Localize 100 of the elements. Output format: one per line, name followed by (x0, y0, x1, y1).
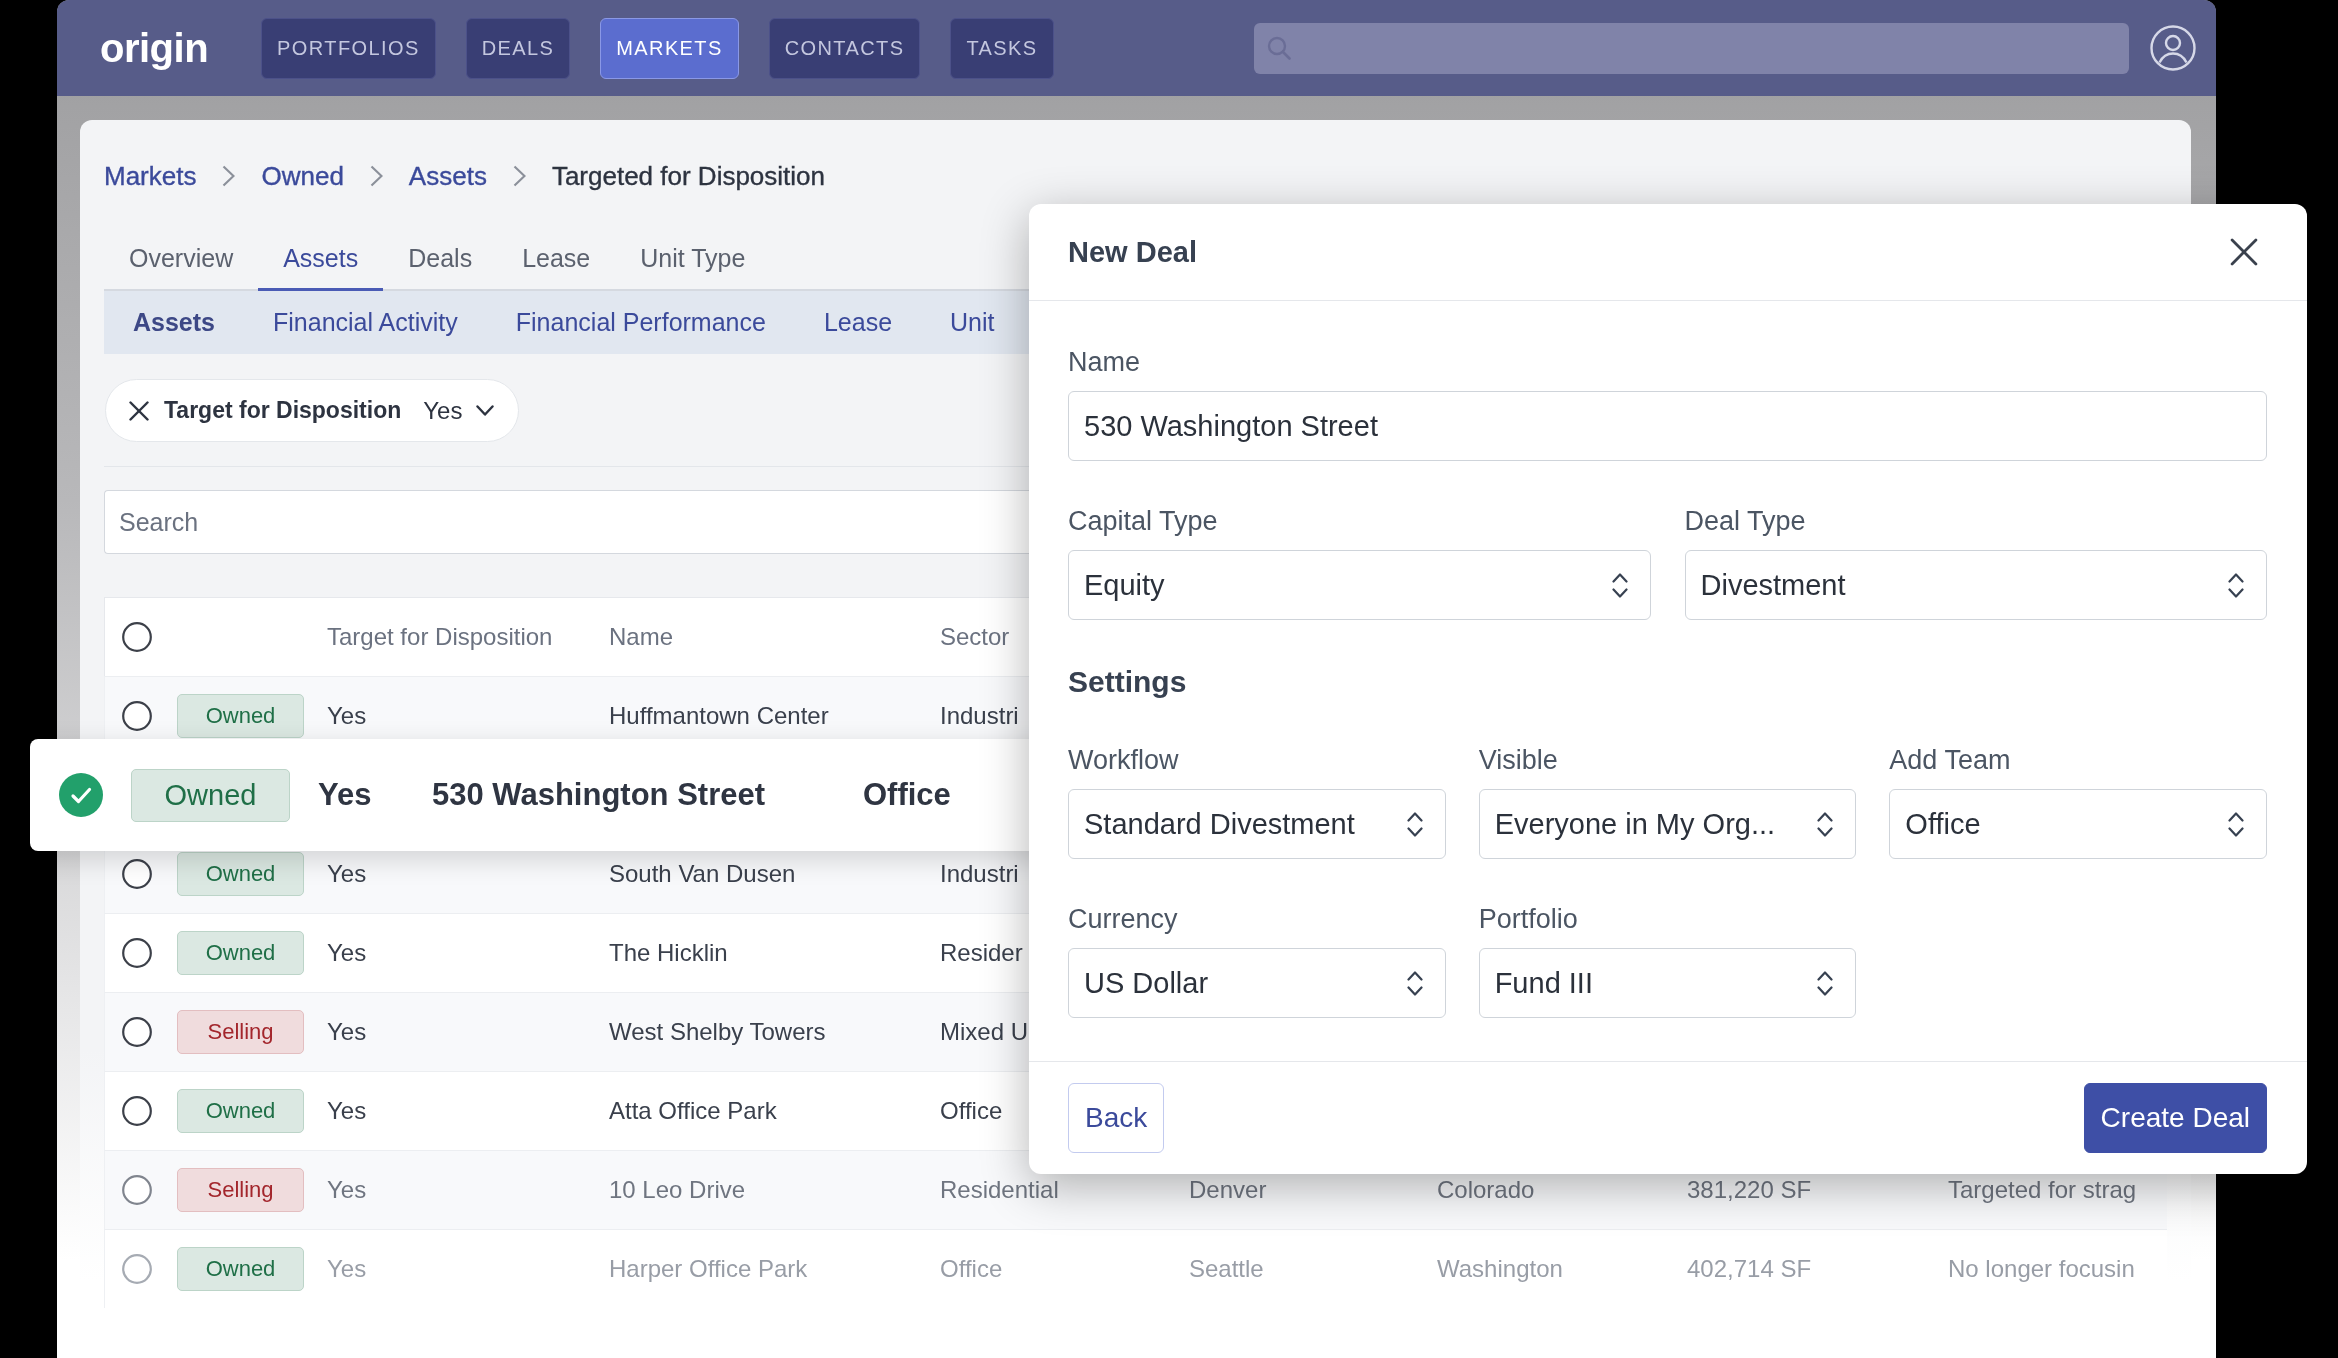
breadcrumb-link[interactable]: Assets (408, 160, 487, 192)
table-cell: Seattle (1189, 1255, 1264, 1283)
primary-button[interactable]: Create Deal (2083, 1083, 2267, 1153)
field-label: Deal Type (1684, 505, 1806, 537)
check-circle-icon[interactable] (59, 773, 103, 817)
sub-tab[interactable]: Financial Activity (273, 308, 458, 337)
table-cell: Atta Office Park (609, 1097, 777, 1125)
column-header: Sector (940, 623, 1010, 651)
chevron-right-icon (222, 165, 236, 187)
breadcrumb-link[interactable]: Owned (261, 160, 344, 192)
table-cell: Harper Office Park (609, 1255, 808, 1283)
table-cell: Yes (327, 939, 367, 967)
breadcrumb-link[interactable]: Markets (104, 160, 197, 192)
filter-value: Yes (423, 396, 463, 425)
chevron-up-down-icon (1611, 571, 1628, 599)
status-badge: Owned (177, 694, 304, 738)
table-cell: Yes (327, 1176, 367, 1204)
tab[interactable]: Overview (104, 228, 259, 291)
table-cell: West Shelby Towers (609, 1018, 826, 1046)
circle-checkbox-icon[interactable] (122, 1254, 152, 1284)
table-cell: South Van Dusen (609, 860, 796, 888)
table-cell: Colorado (1437, 1176, 1535, 1204)
field-label: Name (1068, 346, 1141, 378)
tab[interactable]: Unit Type (615, 228, 771, 291)
field-label: Add Team (1889, 744, 2011, 776)
table-cell: Yes (327, 1097, 367, 1125)
circle-checkbox-icon[interactable] (122, 1175, 152, 1205)
section-heading: Settings (1068, 664, 1187, 700)
table-cell: Yes (327, 1018, 367, 1046)
table-cell: Targeted for strag (1948, 1176, 2137, 1204)
filter-chip[interactable]: Target for Disposition Yes (105, 379, 520, 442)
select-field[interactable]: US Dollar (1068, 948, 1446, 1018)
table-cell: Industri (940, 702, 1019, 730)
nav-button[interactable]: DEALS (465, 17, 571, 79)
search-field[interactable]: Search (104, 490, 1029, 554)
table-cell-text: Yes (318, 777, 373, 813)
field-label: Currency (1068, 903, 1178, 935)
user-icon[interactable] (2150, 25, 2196, 71)
circle-checkbox-icon[interactable] (122, 1017, 152, 1047)
chevron-right-icon (369, 165, 383, 187)
table-cell: Resider (940, 939, 1023, 967)
field-label: Capital Type (1068, 505, 1218, 537)
chevron-up-down-icon (2228, 810, 2244, 838)
status-badge: Owned (177, 1247, 304, 1291)
select-field[interactable]: Equity (1068, 550, 1651, 620)
select-field[interactable]: Everyone in My Org... (1478, 789, 1857, 859)
chevron-right-icon (512, 165, 526, 187)
sub-tab[interactable]: Assets (133, 308, 215, 337)
table-cell: Yes (327, 860, 367, 888)
table-cell: 381,220 SF (1687, 1176, 1812, 1204)
table-cell: 402,714 SF (1687, 1255, 1812, 1283)
chevron-up-down-icon (1406, 810, 1423, 838)
secondary-button[interactable]: Back (1068, 1083, 1165, 1153)
status-badge: Owned (177, 852, 304, 896)
select-field[interactable]: Standard Divestment (1068, 789, 1446, 859)
status-badge: Owned (177, 931, 304, 975)
breadcrumb-current: Targeted for Disposition (551, 160, 826, 192)
table-cell-text: 530 Washington Street (432, 777, 767, 813)
column-header: Target for Disposition (327, 623, 553, 651)
table-cell: Denver (1189, 1176, 1267, 1204)
nav-button[interactable]: MARKETS (600, 17, 739, 79)
chevron-up-down-icon (1817, 810, 1834, 838)
close-icon[interactable] (129, 400, 149, 421)
table-cell: Washington (1437, 1255, 1563, 1283)
select-field[interactable]: Fund III (1478, 948, 1857, 1018)
circle-checkbox-icon[interactable] (122, 1096, 152, 1126)
nav-button[interactable]: CONTACTS (768, 17, 921, 79)
table-cell: Residential (940, 1176, 1059, 1204)
sub-tab[interactable]: Financial Performance (515, 308, 766, 337)
nav-button[interactable]: TASKS (950, 17, 1054, 79)
text-input[interactable]: 530 Washington Street (1068, 391, 2267, 461)
sub-tab[interactable]: Unit (950, 308, 995, 337)
tab[interactable]: Lease (497, 228, 616, 291)
select-field[interactable]: Divestment (1684, 550, 2267, 620)
nav-button[interactable]: PORTFOLIOS (261, 17, 436, 79)
table-cell: No longer focusin (1948, 1255, 2135, 1283)
table-cell: The Hicklin (609, 939, 728, 967)
chevron-up-down-icon (2228, 571, 2244, 599)
table-cell: Industri (940, 860, 1019, 888)
circle-checkbox-icon[interactable] (122, 859, 152, 889)
close-icon[interactable] (2230, 238, 2258, 266)
table-cell: Office (940, 1255, 1003, 1283)
search-field[interactable] (1254, 22, 2129, 74)
circle-checkbox-icon[interactable] (122, 701, 152, 731)
chevron-down-icon (476, 405, 495, 416)
status-badge: Selling (177, 1168, 304, 1212)
circle-checkbox-icon[interactable] (122, 622, 152, 652)
sub-tab[interactable]: Lease (823, 308, 893, 337)
tab[interactable]: Deals (383, 228, 498, 291)
status-badge: Owned (177, 1089, 304, 1133)
status-badge: Owned (131, 768, 290, 822)
table-cell: Office (863, 777, 951, 813)
filter-label: Target for Disposition (164, 397, 402, 424)
table-cell: 10 Leo Drive (609, 1176, 746, 1204)
field-label: Workflow (1068, 744, 1179, 776)
table-cell: Huffmantown Center (609, 702, 829, 730)
table-cell: Mixed U (940, 1018, 1029, 1046)
modal-title: New Deal (1068, 235, 1197, 269)
circle-checkbox-icon[interactable] (122, 938, 152, 968)
select-field[interactable]: Office (1889, 789, 2267, 859)
